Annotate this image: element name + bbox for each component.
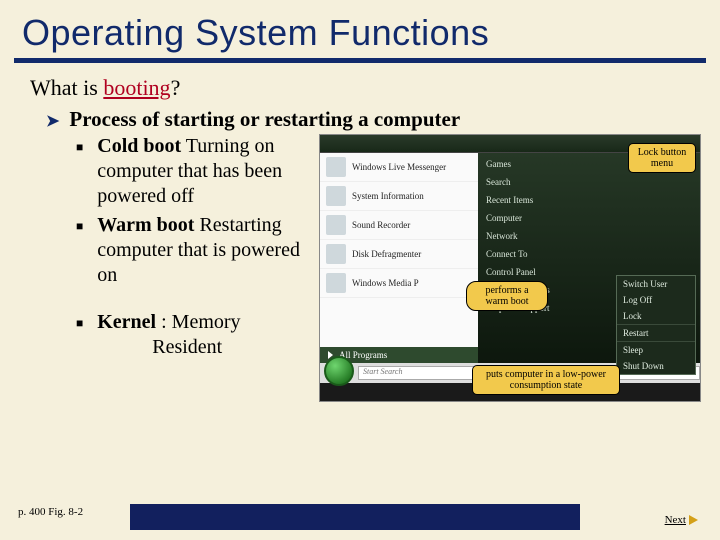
list-item[interactable]: Windows Media P <box>320 269 478 298</box>
app-icon <box>326 215 346 235</box>
list-item[interactable]: Windows Live Messenger <box>320 153 478 182</box>
footer-strip <box>130 504 580 530</box>
sub-bullet-text: Kernel : Memory Resident <box>97 310 240 360</box>
list-item[interactable]: Computer <box>478 209 700 227</box>
question-line: What is booting? <box>0 73 720 107</box>
page-reference: p. 400 Fig. 8-2 <box>0 506 83 540</box>
question-emphasis: booting <box>103 75 170 100</box>
menu-item-log-off[interactable]: Log Off <box>617 292 695 308</box>
square-bullet-icon: ■ <box>76 316 83 360</box>
sub-bullet: ■ Kernel : Memory Resident <box>76 310 311 360</box>
menu-item-sleep[interactable]: Sleep <box>617 342 695 358</box>
question-suffix: ? <box>171 75 181 100</box>
list-item[interactable]: Search <box>478 173 700 191</box>
sub-bullet: ■ Warm boot Restarting computer that is … <box>76 213 311 288</box>
menu-item-switch-user[interactable]: Switch User <box>617 276 695 292</box>
list-item[interactable]: Network <box>478 227 700 245</box>
app-icon <box>326 244 346 264</box>
arrow-bullet-icon: ➤ <box>46 111 59 131</box>
sub-bullet-list: ■ Cold boot Turning on computer that has… <box>76 134 311 402</box>
title-rule <box>14 58 706 63</box>
app-icon <box>326 186 346 206</box>
menu-item-shut-down[interactable]: Shut Down <box>617 358 695 374</box>
sub-bullet: ■ Cold boot Turning on computer that has… <box>76 134 311 209</box>
start-orb-icon[interactable] <box>324 356 354 386</box>
app-icon <box>326 157 346 177</box>
sub-bullet-text: Cold boot Turning on computer that has b… <box>97 134 311 209</box>
list-item[interactable]: Sound Recorder <box>320 211 478 240</box>
start-menu-left-pane: Windows Live Messenger System Informatio… <box>320 153 478 363</box>
main-bullet-text: Process of starting or restarting a comp… <box>69 107 460 132</box>
next-button[interactable]: Next <box>665 514 698 526</box>
power-menu: Switch User Log Off Lock Restart Sleep S… <box>616 275 696 375</box>
start-menu-figure: Windows Live Messenger System Informatio… <box>319 134 701 402</box>
app-icon <box>326 273 346 293</box>
callout-lock-button-menu: Lock button menu <box>628 143 696 173</box>
list-item[interactable]: Disk Defragmenter <box>320 240 478 269</box>
list-item[interactable]: Recent Items <box>478 191 700 209</box>
slide-title: Operating System Functions <box>0 0 720 58</box>
main-bullet: ➤ Process of starting or restarting a co… <box>0 107 720 132</box>
callout-warm-boot: performs a warm boot <box>466 281 548 311</box>
question-prefix: What is <box>30 75 103 100</box>
callout-low-power: puts computer in a low-power consumption… <box>472 365 620 395</box>
square-bullet-icon: ■ <box>76 140 83 209</box>
menu-item-restart[interactable]: Restart <box>617 325 695 341</box>
next-label: Next <box>665 514 686 526</box>
square-bullet-icon: ■ <box>76 219 83 288</box>
arrow-right-icon <box>689 515 698 525</box>
list-item[interactable]: System Information <box>320 182 478 211</box>
list-item[interactable]: Connect To <box>478 245 700 263</box>
menu-item-lock[interactable]: Lock <box>617 308 695 324</box>
sub-bullet-text: Warm boot Restarting computer that is po… <box>97 213 311 288</box>
